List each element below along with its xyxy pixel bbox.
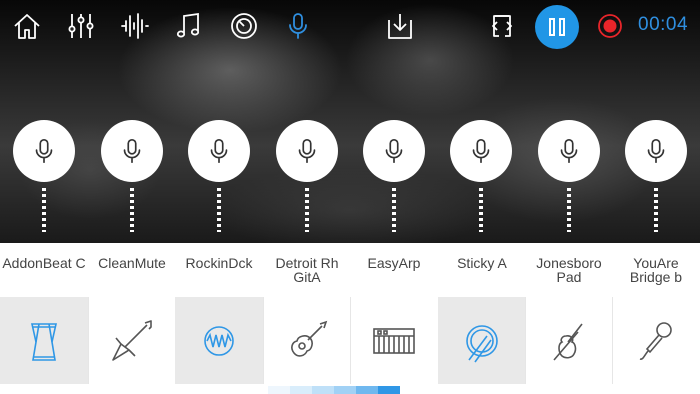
instrument-snare[interactable] [438,297,526,384]
elapsed-time: 00:04 [638,14,689,35]
track-label: CleanMute [98,255,166,271]
instrument-violin[interactable] [525,297,613,384]
level-dots [305,188,309,232]
app-window: 00:04 AddonBeat C CleanMute RockinDck De… [0,0,700,394]
progress-segment [268,386,290,394]
home-icon[interactable] [11,10,43,42]
progress-segment [334,386,356,394]
knob-icon[interactable] [228,10,260,42]
track-mic-5[interactable] [363,120,425,232]
mic-button[interactable] [363,120,425,182]
progress-segment [356,386,378,394]
track-label: RockinDck [185,255,253,271]
instrument-vocal-mic[interactable] [612,297,700,384]
mic-button[interactable] [276,120,338,182]
instrument-acoustic-guitar[interactable] [263,297,351,384]
track-label: Jonesboro Pad [536,255,602,285]
record-button[interactable] [594,10,626,42]
mic-button[interactable] [625,120,687,182]
level-dots [217,188,221,232]
progress-segment [290,386,312,394]
mic-button[interactable] [538,120,600,182]
level-dots [130,188,134,232]
instrument-keyboard[interactable] [350,297,439,384]
level-dots [567,188,571,232]
level-dots [42,188,46,232]
microphone-icon [123,138,141,164]
microphone-icon [647,138,665,164]
keyboard-icon [373,327,415,354]
level-dots [392,188,396,232]
loop-icon[interactable] [486,10,518,42]
track-mic-7[interactable] [538,120,600,232]
track-mic-3[interactable] [188,120,250,232]
track-mic-2[interactable] [101,120,163,232]
track-labels-row: AddonBeat C CleanMute RockinDck Detroit … [0,243,700,297]
progress-segment [312,386,334,394]
pause-button[interactable] [535,5,579,49]
microphone-icon [385,138,403,164]
track-mic-6[interactable] [450,120,512,232]
microphone-icon [210,138,228,164]
level-dots [479,188,483,232]
track-mic-8[interactable] [625,120,687,232]
instrument-electric-guitar[interactable] [88,297,176,384]
acoustic-guitar-icon [290,320,327,357]
mic-button[interactable] [13,120,75,182]
track-label: AddonBeat C [2,255,86,271]
level-dots [654,188,658,232]
drum-icon [31,322,57,361]
progress-segment [378,386,400,394]
track-label: Sticky A [457,255,507,271]
loading-progress-strip [268,386,400,394]
mic-button[interactable] [188,120,250,182]
download-icon[interactable] [384,10,416,42]
instrument-drum[interactable] [0,297,89,384]
track-mic-1[interactable] [13,120,75,232]
electric-guitar-icon [111,319,152,361]
mixer-icon[interactable] [65,10,97,42]
track-label: Detroit Rh GitA [275,255,339,285]
mic-button[interactable] [450,120,512,182]
snare-drum-icon [465,324,498,362]
violin-icon [552,323,583,361]
top-toolbar: 00:04 [0,0,700,54]
microphone-icon [472,138,490,164]
microphone-icon[interactable] [282,10,314,42]
microphone-icon [298,138,316,164]
track-label: YouAre Bridge b [629,255,683,285]
waveform-synth-icon [204,325,234,356]
instrument-synth[interactable] [175,297,264,384]
instrument-row [0,297,700,384]
microphone-icon [35,138,53,164]
track-label: EasyArp [367,255,421,271]
track-mic-4[interactable] [276,120,338,232]
mic-button[interactable] [101,120,163,182]
music-notes-icon[interactable] [173,10,205,42]
microphone-icon [639,321,672,360]
waveform-icon[interactable] [119,10,151,42]
microphone-icon [560,138,578,164]
